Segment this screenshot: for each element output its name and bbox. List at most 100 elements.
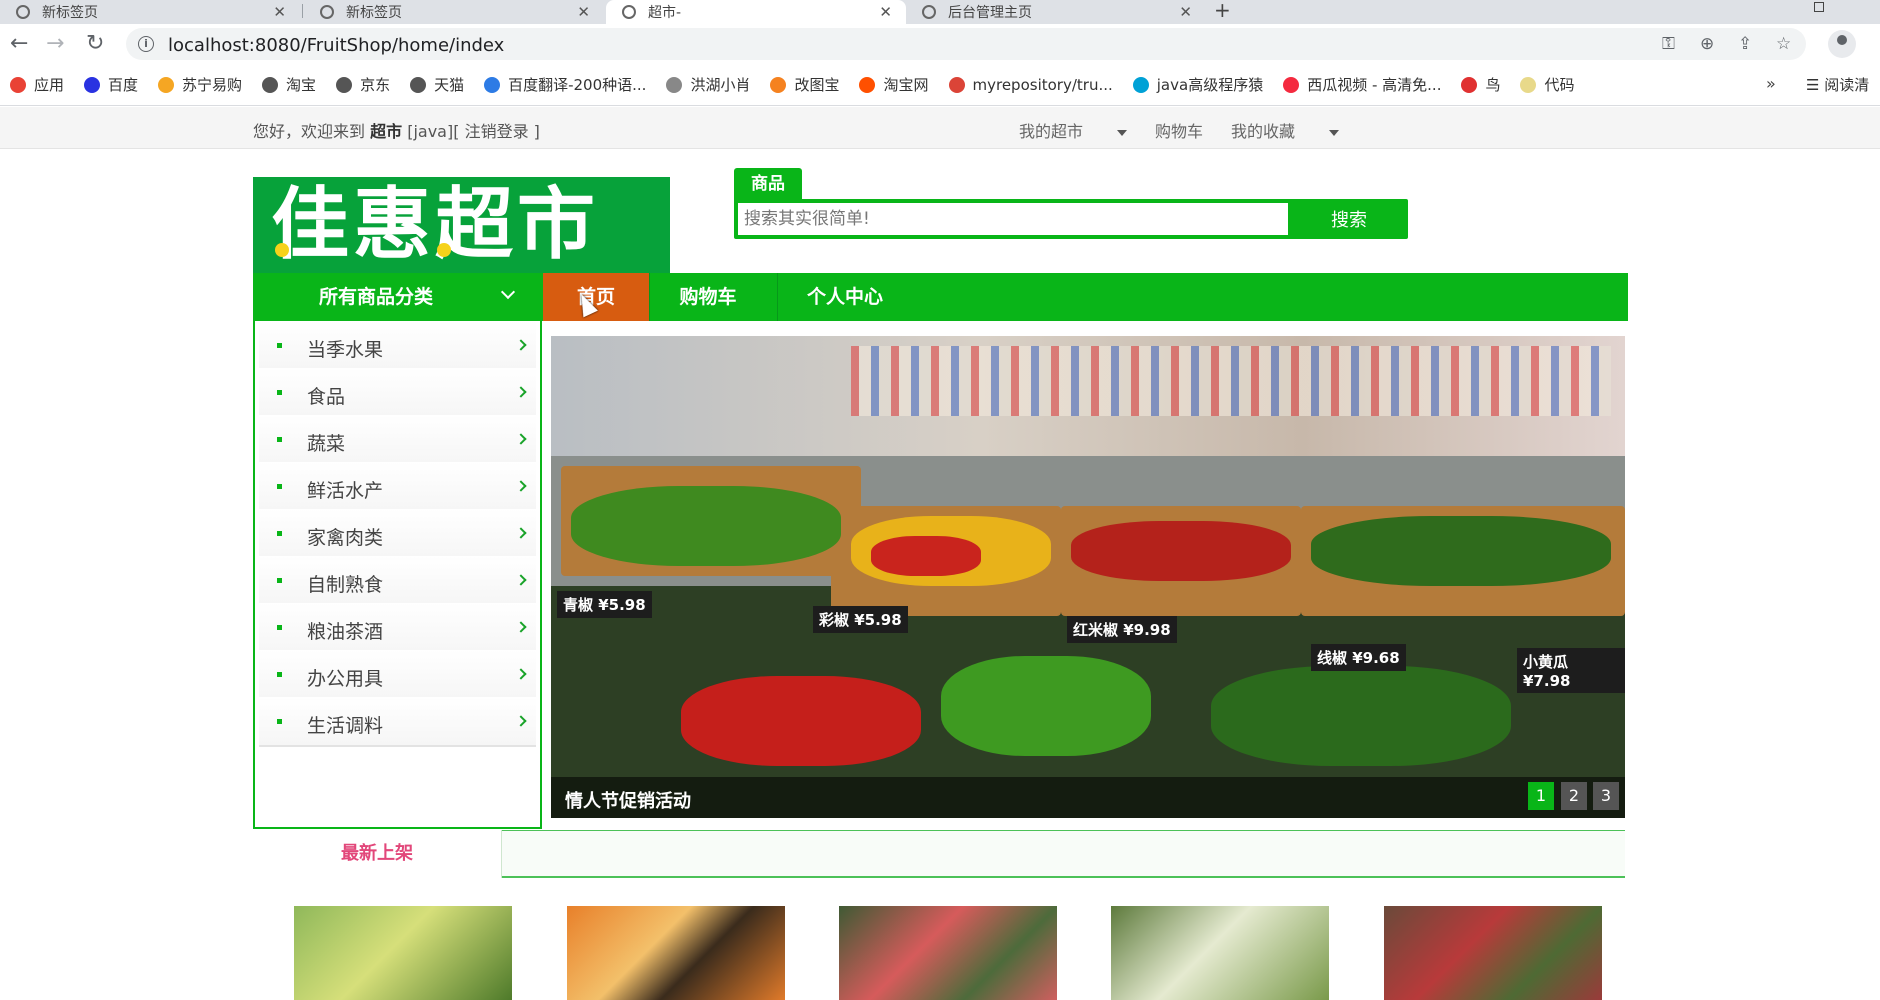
bullet-icon (277, 578, 282, 583)
price-tag: 线椒 ¥9.68 (1311, 644, 1406, 671)
banner-page-3[interactable]: 3 (1593, 782, 1619, 810)
category-label: 鲜活水产 (307, 480, 384, 502)
bookmark-label: 百度 (108, 76, 139, 94)
bookmark-item[interactable]: 淘宝网 (859, 74, 929, 95)
bookmark-item[interactable]: 应用 (10, 74, 64, 95)
cart-link[interactable]: 购物车 (1155, 118, 1203, 142)
logo-dot (437, 243, 451, 257)
bookmark-item[interactable]: 百度 (84, 74, 138, 95)
bullet-icon (277, 625, 282, 630)
bookmark-label: 鸟 (1485, 76, 1501, 94)
close-icon[interactable]: ✕ (1179, 3, 1192, 21)
bookmark-favicon-icon (1283, 76, 1300, 93)
bookmark-item[interactable]: 淘宝 (262, 74, 316, 95)
bookmark-favicon-icon (84, 76, 101, 93)
banner-page-2[interactable]: 2 (1561, 782, 1587, 810)
section-title-new-arrivals[interactable]: 最新上架 (253, 830, 502, 878)
site-name: 超市 (370, 122, 403, 141)
search-input[interactable] (738, 203, 1288, 235)
browser-tabstrip: 新标签页 ✕ 新标签页 ✕ 超市- ✕ 后台管理主页 ✕ + (0, 0, 1880, 24)
bookmark-item[interactable]: java高级程序猿 (1132, 74, 1264, 95)
close-icon[interactable]: ✕ (879, 3, 892, 21)
back-arrow-icon[interactable]: ← (10, 32, 28, 56)
new-tab-plus-icon[interactable]: + (1214, 0, 1231, 20)
promo-banner[interactable]: 青椒 ¥5.98 彩椒 ¥5.98 红米椒 ¥9.98 线椒 ¥9.68 小黄瓜… (551, 336, 1625, 818)
bookmark-label: 淘宝 (286, 76, 317, 94)
all-categories-label: 所有商品分类 (319, 286, 434, 308)
banner-caption[interactable]: 情人节促销活动 (565, 787, 691, 813)
reading-list-label: 阅读清 (1824, 76, 1870, 94)
bookmark-item[interactable]: 苏宁易购 (158, 74, 242, 95)
bookmark-item[interactable]: 西瓜视频 - 高清免... (1283, 74, 1441, 95)
window-restore-icon[interactable] (1814, 2, 1824, 12)
bookmark-item[interactable]: 代码 (1520, 74, 1575, 95)
category-item[interactable]: 办公用具 (259, 650, 536, 700)
url-text[interactable]: localhost:8080/FruitShop/home/index (168, 35, 504, 56)
bookmark-label: 代码 (1544, 76, 1575, 94)
caret-down-icon (1329, 129, 1340, 136)
globe-icon (922, 5, 936, 19)
bookmark-item[interactable]: 改图宝 (770, 74, 839, 95)
banner-shelf-goods (851, 346, 1611, 416)
category-item[interactable]: 粮油茶酒 (259, 603, 536, 653)
browser-tab-1[interactable]: 新标签页 ✕ (0, 0, 300, 24)
bookmark-item[interactable]: myrepository/tru... (948, 76, 1113, 94)
all-categories-toggle[interactable]: 所有商品分类 (253, 273, 542, 321)
bookmark-label: java高级程序猿 (1156, 76, 1264, 94)
bookmark-item[interactable]: 京东 (336, 74, 390, 95)
reading-list[interactable]: ☰ 阅读清 (1806, 74, 1869, 95)
banner-page-1[interactable]: 1 (1528, 782, 1554, 810)
zoom-icon[interactable]: ⊕ (1700, 34, 1714, 54)
category-item[interactable]: 家禽肉类 (259, 509, 536, 559)
bookmark-label: 改图宝 (794, 76, 840, 94)
browser-tab-2[interactable]: 新标签页 ✕ (304, 0, 604, 24)
more-bookmarks-chevron-icon[interactable]: » (1766, 74, 1776, 93)
close-icon[interactable]: ✕ (273, 3, 286, 21)
category-item[interactable]: 蔬菜 (259, 415, 536, 465)
share-icon[interactable]: ⇪ (1738, 34, 1752, 54)
bookmark-favicon-icon (770, 76, 787, 93)
category-item[interactable]: 自制熟食 (259, 556, 536, 606)
product-image-papaya[interactable] (567, 906, 785, 1000)
site-info-icon[interactable]: i (138, 36, 154, 52)
bookmark-item[interactable]: 鸟 (1461, 74, 1500, 95)
favorites-label: 我的收藏 (1231, 122, 1296, 141)
logout-link[interactable]: [ 注销登录 ] (453, 122, 540, 141)
forward-arrow-icon[interactable]: → (46, 32, 64, 56)
bookmark-label: 天猫 (434, 76, 465, 94)
product-image-watermelon[interactable] (839, 906, 1057, 1000)
profile-avatar-icon[interactable] (1828, 30, 1856, 58)
site-top-bar: 您好，欢迎来到 超市 [java][ 注销登录 ] 我的超市 购物车 我的收藏 (0, 107, 1880, 149)
favorites-dropdown[interactable]: 我的收藏 (1231, 118, 1340, 142)
browser-tab-4[interactable]: 后台管理主页 ✕ (906, 0, 1206, 24)
nav-item-home[interactable]: 首页 (543, 273, 649, 321)
my-market-dropdown[interactable]: 我的超市 (1019, 118, 1128, 142)
search-button[interactable]: 搜索 (1290, 199, 1408, 239)
bookmark-favicon-icon (336, 76, 353, 93)
bookmark-item[interactable]: 洪湖小肖 (666, 74, 750, 95)
bookmarks-bar: 应用 百度 苏宁易购 淘宝 京东 天猫 百度翻译-200种语... 洪湖小肖 改图宝 淘宝网 myr… (0, 64, 1880, 106)
nav-item-profile[interactable]: 个人中心 (778, 273, 912, 321)
product-image-pomelo[interactable] (294, 906, 512, 1000)
chevron-down-icon (500, 284, 516, 300)
bookmark-favicon-icon (666, 76, 683, 93)
bookmark-item[interactable]: 天猫 (410, 74, 464, 95)
star-bookmark-icon[interactable]: ☆ (1776, 34, 1791, 54)
key-icon[interactable]: ⚿ (1662, 34, 1675, 54)
category-item[interactable]: 当季水果 (259, 321, 536, 371)
product-image-gourd[interactable] (1111, 906, 1329, 1000)
reload-icon[interactable]: ↻ (86, 32, 104, 56)
category-item[interactable]: 生活调料 (259, 697, 536, 747)
search-tab-products[interactable]: 商品 (734, 168, 802, 200)
price-tag: 青椒 ¥5.98 (557, 591, 652, 618)
bookmark-item[interactable]: 百度翻译-200种语... (484, 74, 646, 95)
category-item[interactable]: 食品 (259, 368, 536, 418)
my-market-label: 我的超市 (1019, 122, 1084, 141)
nav-item-cart[interactable]: 购物车 (650, 273, 766, 321)
browser-tab-3-active[interactable]: 超市- ✕ (606, 0, 906, 24)
close-icon[interactable]: ✕ (577, 3, 590, 21)
site-logo[interactable]: 佳惠超市 (253, 177, 670, 273)
category-item[interactable]: 鲜活水产 (259, 462, 536, 512)
address-bar[interactable]: i localhost:8080/FruitShop/home/index ⚿ … (126, 28, 1806, 60)
product-image-cherry[interactable] (1384, 906, 1602, 1000)
